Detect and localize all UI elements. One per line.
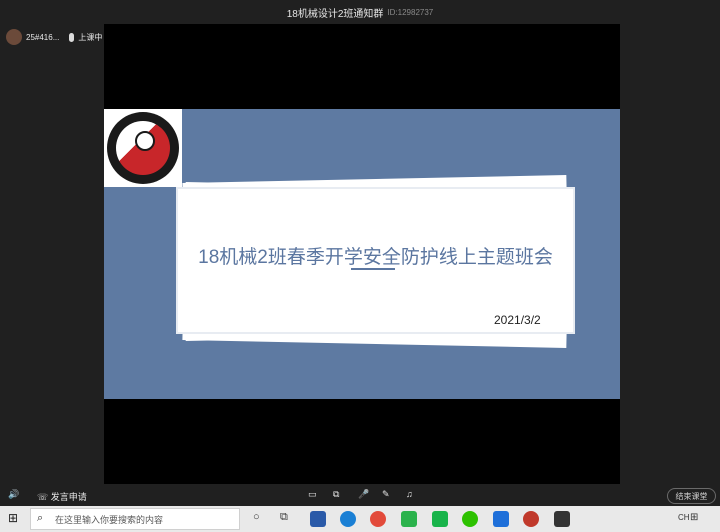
search-icon: ⌕ bbox=[37, 512, 44, 524]
class-status: 上课中 bbox=[78, 32, 103, 42]
taskbar-search-input[interactable]: 在这里输入你要搜索的内容 bbox=[30, 508, 240, 530]
avatar bbox=[6, 29, 22, 45]
chrome-icon[interactable] bbox=[370, 511, 386, 527]
user-pill[interactable]: 25#416... 上课中 bbox=[6, 28, 102, 46]
task-view-icon[interactable]: ⧉ bbox=[280, 511, 288, 524]
iqiyi-icon[interactable] bbox=[432, 511, 448, 527]
microphone-icon[interactable]: 🎤 bbox=[358, 489, 369, 500]
word-icon[interactable] bbox=[493, 511, 509, 527]
windows-start-icon[interactable]: ⊞ bbox=[8, 511, 18, 525]
user-name: 25#416... bbox=[26, 32, 60, 42]
classroom-app-icon[interactable] bbox=[554, 511, 570, 527]
title-bar: 18机械设计2班通知群 ID:12982737 bbox=[0, 0, 720, 24]
camera-icon[interactable]: ▭ bbox=[308, 489, 317, 500]
speaker-icon[interactable]: 🔊 bbox=[8, 489, 19, 500]
school-logo bbox=[104, 109, 182, 187]
apply-speak-button[interactable]: ☏ 发言申请 bbox=[37, 490, 87, 503]
app-icon[interactable] bbox=[523, 511, 539, 527]
slide-date: 2021/3/2 bbox=[494, 313, 541, 327]
edit-icon[interactable]: ✎ bbox=[382, 489, 390, 500]
wechat-icon[interactable] bbox=[462, 511, 478, 527]
room-id: ID:12982737 bbox=[387, 7, 434, 17]
slide-headline: 18机械2班春季开学安全防护线上主题班会 bbox=[198, 247, 553, 268]
app-icon[interactable] bbox=[310, 511, 326, 527]
ime-icon[interactable]: ⊞ bbox=[690, 512, 698, 523]
headline-underline bbox=[351, 268, 395, 270]
window-title: 18机械设计2班通知群 bbox=[286, 8, 384, 20]
end-class-button[interactable]: 结束课堂 bbox=[667, 488, 716, 504]
phone-icon: ☏ bbox=[37, 492, 49, 502]
edge-icon[interactable] bbox=[340, 511, 356, 527]
player-icon[interactable] bbox=[401, 511, 417, 527]
cortana-icon[interactable]: ○ bbox=[253, 511, 260, 523]
mic-icon bbox=[69, 32, 75, 42]
input-language[interactable]: CH bbox=[678, 513, 690, 522]
screen-share-icon[interactable]: ⧉ bbox=[333, 489, 339, 500]
music-icon[interactable]: ♫ bbox=[406, 489, 413, 499]
